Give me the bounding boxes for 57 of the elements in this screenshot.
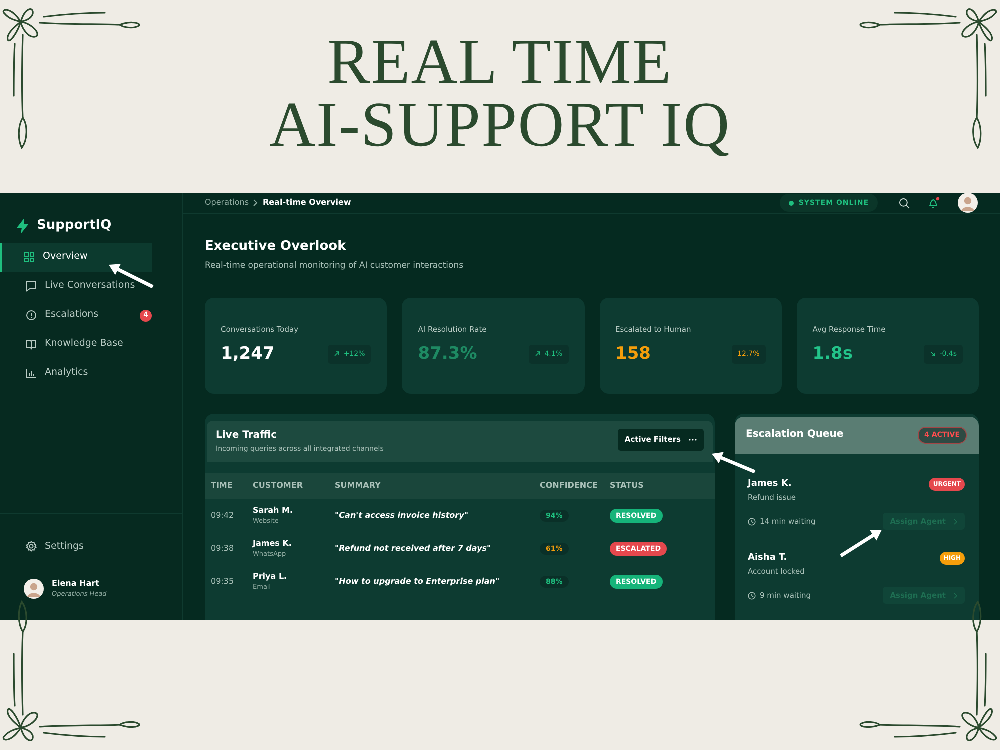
chevron-icon <box>954 518 958 525</box>
nav-item[interactable]: Live Conversations <box>0 272 152 301</box>
more-icon <box>689 438 697 441</box>
summary-cell-text: "How to upgrade to Enterprise plan" <box>334 576 501 588</box>
search-icon[interactable] <box>899 198 910 208</box>
user-avatar <box>24 579 44 600</box>
time-cell: 09:42 <box>205 499 247 532</box>
breadcrumb-link[interactable]: Operations <box>205 197 249 209</box>
summary-cell-text: "Refund not received after 7 days" <box>334 542 492 555</box>
clock-icon <box>748 518 756 526</box>
summary-cell: "Can't access invoice history" <box>329 499 534 532</box>
profile-avatar[interactable] <box>958 193 978 213</box>
column-header: CUSTOMER <box>247 473 329 500</box>
status-dot-icon <box>788 200 794 206</box>
gear-icon <box>26 541 37 552</box>
brand-name: SupportIQ <box>37 217 112 236</box>
alert-circle-icon <box>26 310 37 321</box>
annotation-arrow <box>712 452 756 474</box>
time-cell-text: 09:35 <box>210 576 236 588</box>
book-icon <box>26 339 37 350</box>
breadcrumb-current: Real-time Overview <box>262 197 352 209</box>
grid-icon <box>24 252 35 263</box>
chevron-icon <box>954 592 958 599</box>
trend-up-icon <box>334 351 340 358</box>
user-name: Elena Hart <box>52 578 100 590</box>
bell-icon[interactable] <box>928 197 940 209</box>
trend-up-icon <box>534 351 541 358</box>
panel-title: Escalation Queue <box>746 428 844 442</box>
nav-item[interactable]: Analytics <box>0 359 152 388</box>
chat-bubble-icon <box>26 281 37 292</box>
page-title: Executive Overlook <box>205 238 348 256</box>
column-header: TIME <box>205 473 247 500</box>
customer-name: Priya L. <box>253 570 288 583</box>
nav-item[interactable]: Knowledge Base <box>0 330 152 359</box>
customer-name: Aisha T. <box>748 552 788 566</box>
panel-title: Live Traffic <box>216 429 278 444</box>
column-header: STATUS <box>604 473 715 500</box>
headline: REAL TIME <box>328 30 672 93</box>
column-header: CONFIDENCE <box>534 473 604 500</box>
nav-item[interactable]: Overview <box>0 243 152 272</box>
trend-down-icon <box>930 351 936 358</box>
stat-value: 1,247 <box>221 342 275 366</box>
lightning-logo-icon <box>17 218 29 234</box>
page-subtitle: Real-time operational monitoring of AI customer interactions <box>205 260 465 272</box>
bar-chart-icon <box>26 368 37 379</box>
column-header: SUMMARY <box>329 473 534 500</box>
customer-name: James K. <box>748 478 792 492</box>
stat-value: 1.8s <box>812 342 853 366</box>
customer-name: Sarah M. <box>253 504 294 517</box>
customer-name: James K. <box>253 538 293 550</box>
headline: AI-SUPPORT IQ <box>269 93 731 156</box>
stat-value: 87.3% <box>418 342 478 366</box>
clock-icon <box>748 592 756 600</box>
stat-value: 158 <box>616 342 651 366</box>
settings-link[interactable]: Settings <box>0 532 152 562</box>
time-cell-text: 09:38 <box>210 542 236 555</box>
annotation-arrow <box>840 530 882 558</box>
